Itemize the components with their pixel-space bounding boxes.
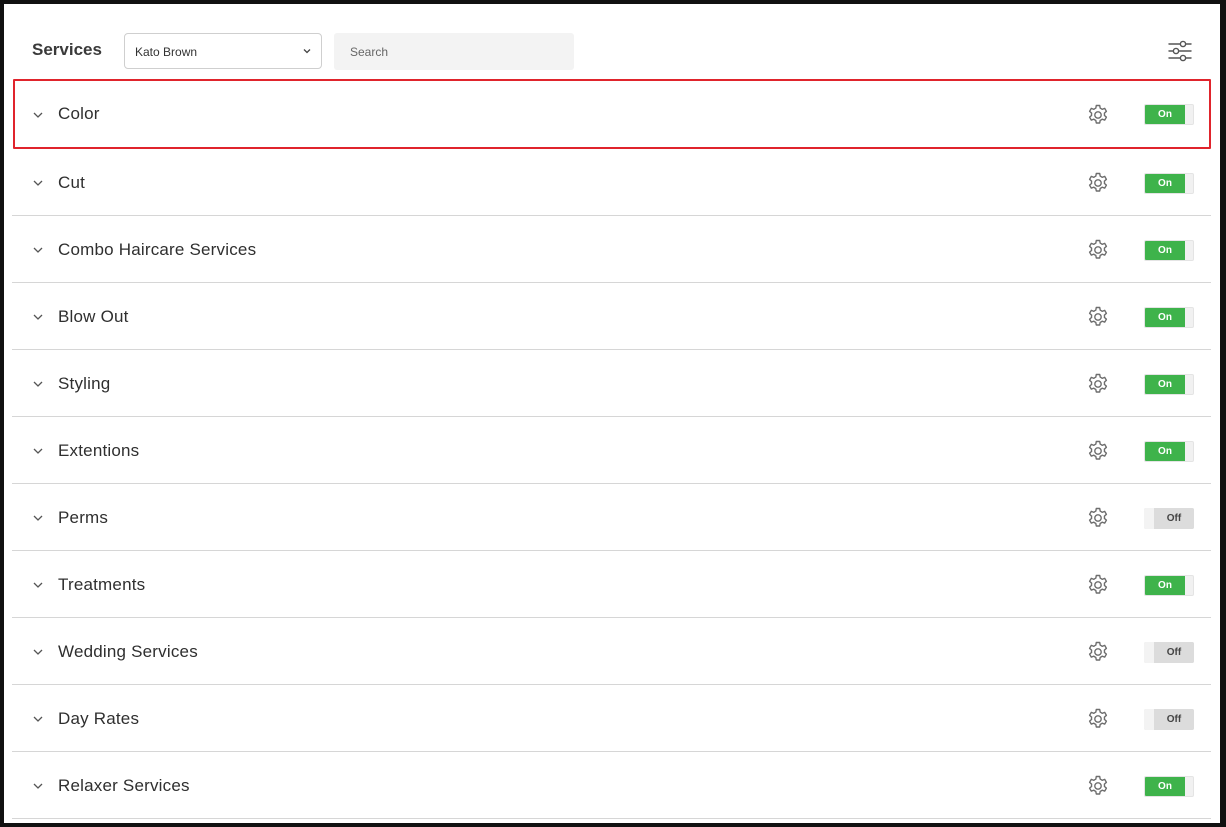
toggle-label: On (1145, 375, 1185, 394)
page-title: Services (32, 40, 102, 59)
services-panel: Services Kato Brown Color (0, 0, 1226, 827)
chevron-down-icon[interactable] (32, 580, 44, 590)
toggle-label: Off (1154, 709, 1194, 730)
chevron-down-icon[interactable] (32, 312, 44, 322)
service-toggle[interactable]: On (1144, 173, 1194, 194)
gear-icon[interactable] (1086, 506, 1110, 530)
staff-select[interactable]: Kato Brown (124, 33, 322, 69)
service-label: Day Rates (58, 709, 140, 728)
service-label: Combo Haircare Services (58, 240, 257, 259)
service-row-perms[interactable]: Perms Off (12, 484, 1211, 551)
chevron-down-icon[interactable] (32, 245, 44, 255)
gear-icon[interactable] (1086, 774, 1110, 798)
chevron-down-icon[interactable] (32, 513, 44, 523)
gear-icon[interactable] (1086, 103, 1110, 127)
toggle-label: On (1145, 241, 1185, 260)
service-row-relaxer-services[interactable]: Relaxer Services On (12, 752, 1211, 819)
toggle-label: Off (1154, 642, 1194, 663)
gear-icon[interactable] (1086, 305, 1110, 329)
service-row-styling[interactable]: Styling On (12, 350, 1211, 417)
toggle-label: Off (1154, 508, 1194, 529)
chevron-down-icon[interactable] (32, 178, 44, 188)
staff-select-value: Kato Brown (135, 45, 198, 59)
gear-icon[interactable] (1086, 573, 1110, 597)
service-toggle[interactable]: On (1144, 240, 1194, 261)
service-row-color[interactable]: Color On (13, 79, 1211, 149)
service-row-extentions[interactable]: Extentions On (12, 417, 1211, 484)
service-toggle[interactable]: On (1144, 307, 1194, 328)
toggle-label: On (1145, 576, 1185, 595)
service-toggle[interactable]: On (1144, 776, 1194, 797)
chevron-down-icon[interactable] (32, 446, 44, 456)
toggle-label: On (1145, 442, 1185, 461)
sliders-icon[interactable] (1168, 39, 1192, 63)
toggle-label: On (1145, 777, 1185, 796)
toggle-track (1144, 642, 1154, 663)
service-label: Blow Out (58, 307, 129, 326)
service-toggle[interactable]: On (1144, 441, 1194, 462)
toggle-label: On (1145, 105, 1185, 124)
service-row-blow-out[interactable]: Blow Out On (12, 283, 1211, 350)
toggle-track (1144, 709, 1154, 730)
service-label: Relaxer Services (58, 776, 190, 795)
gear-icon[interactable] (1086, 372, 1110, 396)
search-input[interactable] (334, 33, 574, 70)
service-toggle[interactable]: Off (1144, 709, 1194, 730)
service-row-cut[interactable]: Cut On (12, 149, 1211, 216)
service-row-day-rates[interactable]: Day Rates Off (12, 685, 1211, 752)
service-label: Cut (58, 173, 86, 192)
chevron-down-icon[interactable] (32, 781, 44, 791)
chevron-down-icon[interactable] (32, 647, 44, 657)
chevron-down-icon[interactable] (32, 110, 44, 120)
service-row-treatments[interactable]: Treatments On (12, 551, 1211, 618)
chevron-down-icon[interactable] (32, 714, 44, 724)
service-label: Wedding Services (58, 642, 198, 661)
service-toggle[interactable]: On (1144, 575, 1194, 596)
services-header: Services Kato Brown (4, 4, 1220, 84)
chevron-down-icon (303, 49, 311, 54)
service-row-wedding-services[interactable]: Wedding Services Off (12, 618, 1211, 685)
service-toggle[interactable]: On (1144, 374, 1194, 395)
service-label: Extentions (58, 441, 140, 460)
gear-icon[interactable] (1086, 640, 1110, 664)
gear-icon[interactable] (1086, 171, 1110, 195)
toggle-track (1144, 508, 1154, 529)
gear-icon[interactable] (1086, 707, 1110, 731)
service-label: Color (58, 104, 100, 123)
toggle-label: On (1145, 308, 1185, 327)
service-row-combo-haircare-services[interactable]: Combo Haircare Services On (12, 216, 1211, 283)
gear-icon[interactable] (1086, 238, 1110, 262)
service-toggle[interactable]: Off (1144, 508, 1194, 529)
gear-icon[interactable] (1086, 439, 1110, 463)
service-label: Treatments (58, 575, 146, 594)
toggle-label: On (1145, 174, 1185, 193)
chevron-down-icon[interactable] (32, 379, 44, 389)
service-toggle[interactable]: Off (1144, 642, 1194, 663)
service-toggle[interactable]: On (1144, 104, 1194, 125)
service-label: Styling (58, 374, 111, 393)
services-list: Color On Cut On Combo Haircare Services (12, 79, 1211, 819)
service-label: Perms (58, 508, 109, 527)
